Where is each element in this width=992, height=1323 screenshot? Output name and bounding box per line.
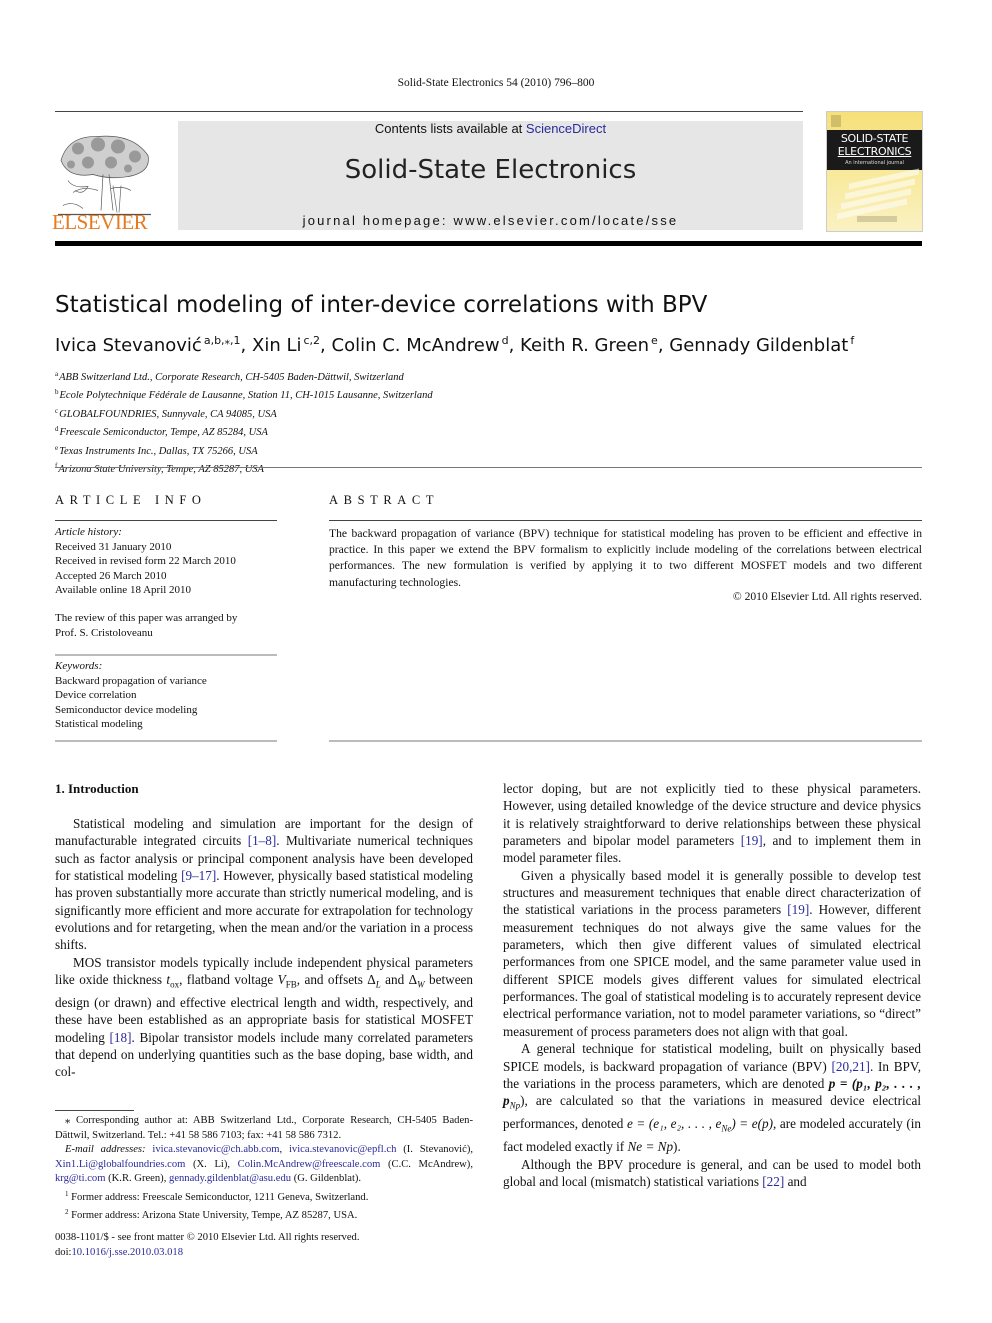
divider [55,467,922,468]
paragraph: lector doping, but are not explicitly ti… [503,781,921,866]
email-link[interactable]: ivica.stevanovic@ch.abb.com [152,1144,279,1155]
affiliation: aABB Switzerland Ltd., Corporate Researc… [55,370,404,383]
citation-link[interactable]: [22] [762,1174,784,1189]
email-link[interactable]: gennady.gildenblat@asu.edu [169,1173,291,1184]
author[interactable]: Xin Li c,2 [252,334,320,356]
affiliation: dFreescale Semiconductor, Tempe, AZ 8528… [55,425,268,439]
keyword: Statistical modeling [55,718,143,730]
sciencedirect-link[interactable]: ScienceDirect [526,121,606,136]
history-item: Available online 18 April 2010 [55,584,192,596]
elsevier-logo-text: ELSEVIER [52,210,148,234]
doi-link[interactable]: 10.1016/j.sse.2010.03.018 [71,1247,183,1258]
divider [329,520,922,521]
article-info-heading: ARTICLE INFO [55,493,207,507]
affiliation: bEcole Polytechnique Fédérale de Lausann… [55,388,433,402]
citation-link[interactable]: [19] [787,902,809,917]
running-head: Solid-State Electronics 54 (2010) 796–80… [397,77,595,89]
author[interactable]: Ivica Stevanović a,b,⁎,1 [55,334,241,356]
body-column-right: lector doping, but are not explicitly ti… [503,780,921,1190]
paragraph: A general technique for statistical mode… [503,1041,921,1155]
citation-link[interactable]: [9–17] [181,868,216,883]
history-label: Article history: [55,526,122,538]
review-note: The review of this paper was arranged by… [55,612,238,639]
divider [55,740,277,742]
keywords-label: Keywords: [55,660,103,672]
keywords: Keywords: Backward propagation of varian… [55,659,207,732]
section-heading: 1. Introduction [55,781,139,796]
citation-link[interactable]: [20,21] [831,1059,869,1074]
paragraph: MOS transistor models typically include … [55,954,473,1080]
author-list: Ivica Stevanović a,b,⁎,1, Xin Li c,2, Coli… [55,334,855,356]
affiliation: eTexas Instruments Inc., Dallas, TX 7526… [55,443,258,457]
contents-line: Contents lists available at ScienceDirec… [178,121,803,136]
abstract-copyright: © 2010 Elsevier Ltd. All rights reserved… [732,590,922,603]
divider [55,520,277,521]
body-column-left: Statistical modeling and simulation are … [55,815,473,1081]
issn-line: 0038-1101/$ - see front matter © 2010 El… [55,1232,360,1243]
homepage-url[interactable]: www.elsevier.com/locate/sse [454,213,679,228]
affiliations: aABB Switzerland Ltd., Corporate Researc… [55,367,433,477]
journal-cover-image: SOLID-STATE ELECTRONICS An international… [826,111,923,232]
article-title: Statistical modeling of inter-device cor… [55,292,708,318]
cover-title-line1: SOLID-STATE [840,132,909,145]
cover-subtitle: An international journal [845,160,904,166]
paragraph: Statistical modeling and simulation are … [55,816,473,953]
keyword: Semiconductor device modeling [55,703,198,716]
article-history: Article history: Received 31 January 201… [55,525,236,598]
abstract-body: The backward propagation of variance (BP… [329,527,922,589]
author[interactable]: Keith R. Green e [520,334,658,356]
front-matter: 0038-1101/$ - see front matter © 2010 El… [55,1231,360,1260]
citation-link[interactable]: [19] [741,833,763,848]
paragraph: Although the BPV procedure is general, a… [503,1156,921,1189]
citation-link[interactable]: [18] [110,1030,132,1045]
footnote-rule [55,1110,134,1111]
journal-homepage: journal homepage: www.elsevier.com/locat… [178,213,803,228]
corresponding-author-note: ⁎ Corresponding author at: ABB Switzerla… [55,1115,473,1141]
elsevier-emblem-icon [831,115,841,127]
email-addresses: E-mail addresses: ivica.stevanovic@ch.ab… [55,1144,473,1184]
history-item: Received 31 January 2010 [55,540,172,553]
footnotes: ⁎ Corresponding author at: ABB Switzerla… [55,1114,473,1224]
keyword: Backward propagation of variance [55,674,207,687]
email-link[interactable]: ivica.stevanovic@epfl.ch [289,1144,396,1155]
divider [329,740,922,742]
paragraph: Given a physically based model it is gen… [503,867,921,1039]
journal-title: Solid-State Electronics [344,155,637,185]
email-link[interactable]: Xin1.Li@globalfoundries.com [55,1159,185,1170]
keyword: Device correlation [55,689,137,701]
header-thick-rule [55,241,922,246]
divider [55,654,277,656]
footnote-2: 2 Former address: Arizona State Universi… [65,1208,358,1221]
abstract-heading: ABSTRACT [329,493,440,507]
footnote-1: 1 Former address: Freescale Semiconducto… [65,1189,369,1203]
homepage-prefix: journal homepage: [302,213,454,228]
header-rule [55,111,803,112]
cover-title-line2: ELECTRONICS [837,145,912,158]
citation-link[interactable]: [1–8] [248,833,277,848]
affiliation: cGLOBALFOUNDRIES, Sunnyvale, CA 94085, U… [55,406,277,420]
author[interactable]: Colin C. McAndrew d [332,334,509,356]
contents-prefix: Contents lists available at [374,121,526,136]
email-link[interactable]: Colin.McAndrew@freescale.com [238,1159,381,1170]
author[interactable]: Gennady Gildenblat f [669,334,854,356]
email-link[interactable]: krg@ti.com [55,1173,105,1184]
doi-line: doi:10.1016/j.sse.2010.03.018 [55,1246,184,1258]
journal-banner: Contents lists available at ScienceDirec… [178,121,803,230]
affiliation: fArizona State University, Tempe, AZ 852… [55,462,264,476]
history-item: Accepted 26 March 2010 [55,569,167,582]
history-item: Received in revised form 22 March 2010 [55,555,236,567]
